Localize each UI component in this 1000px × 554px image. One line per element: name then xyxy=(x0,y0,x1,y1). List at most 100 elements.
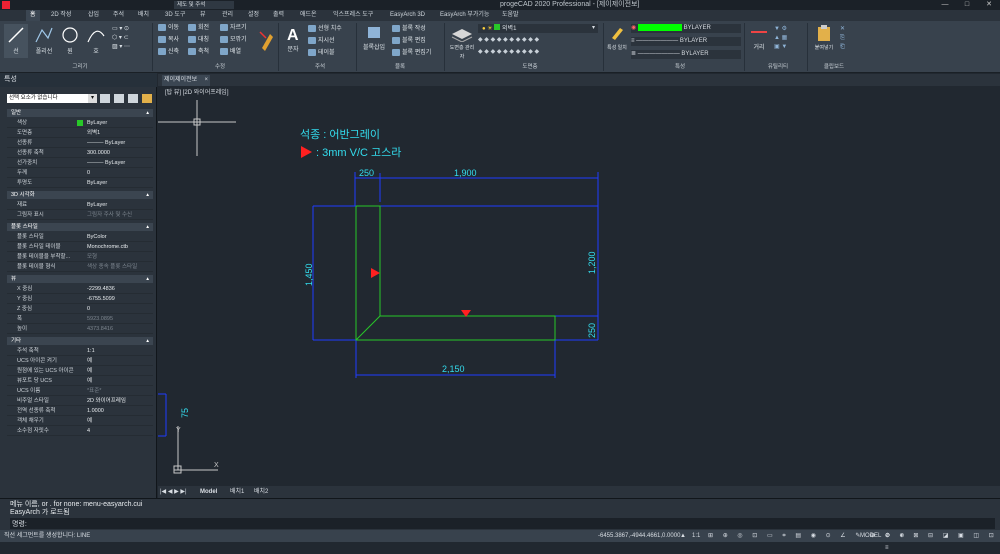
stretch-button[interactable]: 신축 xyxy=(158,48,179,57)
property-value[interactable]: 그림자 주사 및 수신 xyxy=(87,210,151,220)
property-row[interactable]: 플롯 스타일 테이블 Monochrome.ctb xyxy=(7,242,153,252)
close-icon[interactable]: ✕ xyxy=(984,0,994,10)
block-editor-button[interactable]: 블록 편집기 xyxy=(392,49,431,58)
tab-addons[interactable]: 애드온 xyxy=(300,10,317,21)
tab-help[interactable]: 도움말 xyxy=(502,10,519,21)
color-dropdown[interactable]: ◉ BYLAYER xyxy=(631,24,741,33)
layout-tab-2[interactable]: 배치2 xyxy=(254,486,268,498)
property-row[interactable]: 비주얼 스타일 2D 와이어프레임 xyxy=(7,396,153,406)
property-value[interactable]: 1.0000 xyxy=(87,406,151,416)
property-row[interactable]: 뷰포트 당 UCS 예 xyxy=(7,376,153,386)
chevron-down-icon[interactable]: ▾ xyxy=(88,94,97,103)
stone-outline[interactable] xyxy=(355,205,556,341)
insert-block-button[interactable]: 블록삽입 xyxy=(360,24,388,60)
property-value[interactable]: 0 xyxy=(87,168,151,178)
property-row[interactable]: 색상 ByLayer xyxy=(7,118,153,128)
command-input[interactable]: 명령: xyxy=(10,518,995,529)
lineweight-dropdown[interactable]: ≣ ——————— BYLAYER xyxy=(631,50,741,59)
property-row[interactable]: 플롯 테이블 형식 색상 종속 플롯 스타일 xyxy=(7,262,153,272)
tab-manage[interactable]: 관리 xyxy=(222,10,233,21)
property-value[interactable]: 예 xyxy=(87,366,151,376)
minimize-icon[interactable]: — xyxy=(940,0,950,10)
create-block-button[interactable]: 블록 작성 xyxy=(392,25,426,34)
doc-tab-active[interactable]: 제이제이전보 × xyxy=(162,75,210,86)
property-row[interactable]: 플롯 테이블을 부착할... 모형 xyxy=(7,252,153,262)
property-value[interactable]: 모형 xyxy=(87,252,151,262)
property-row[interactable]: 소수점 자릿수 4 xyxy=(7,426,153,436)
status-tool-icons[interactable]: ⚙ ◐ ⊠ ⊟ ◪ ▣ ◫ ⊡ ≡ xyxy=(885,530,1000,554)
tab-view[interactable]: 뷰 xyxy=(200,10,206,21)
tab-home[interactable]: 홈 xyxy=(26,10,40,21)
circle-tool-button[interactable]: 원 xyxy=(58,24,82,58)
scale-button[interactable]: 축척 xyxy=(188,48,209,57)
tab-insert[interactable]: 삽입 xyxy=(88,10,99,21)
property-row[interactable]: 그림자 표시 그림자 주사 및 수신 xyxy=(7,210,153,220)
linetype-dropdown[interactable]: ≡ ——————— BYLAYER xyxy=(631,37,741,46)
property-value[interactable]: 예 xyxy=(87,376,151,386)
array-button[interactable]: 배열 xyxy=(220,48,241,57)
section-header[interactable]: 플롯 스타일 ▴ xyxy=(7,223,153,231)
trim-button[interactable]: 자르기 xyxy=(220,24,247,33)
property-value[interactable]: ByLayer xyxy=(87,200,151,210)
property-row[interactable]: Z 중심 0 xyxy=(7,304,153,314)
property-row[interactable]: 선종류 축척 300.0000 xyxy=(7,148,153,158)
paste-button[interactable]: 붙여넣기 xyxy=(812,24,836,60)
quick-search[interactable]: 제도 및 주석 xyxy=(174,1,234,9)
section-header[interactable]: 일반 ▴ xyxy=(7,109,153,117)
layer-dropdown[interactable]: ● ☀ 외벽1 ▾ xyxy=(478,24,598,33)
property-value[interactable]: ——— ByLayer xyxy=(87,138,151,148)
draw-extra-icons[interactable]: ▭ ▾ ⊙ ⬡ ▾ ⊂ ▨ ▾ ⋯ xyxy=(112,25,152,59)
property-value[interactable]: 5923.0895 xyxy=(87,314,151,324)
line-tool-button[interactable]: 선 xyxy=(4,24,28,58)
layout-tab-1[interactable]: 배치1 xyxy=(230,486,244,498)
property-row[interactable]: 객체 채우기 예 xyxy=(7,416,153,426)
property-value[interactable]: 1:1 xyxy=(87,346,151,356)
annotation-scale[interactable]: 1:1 xyxy=(692,530,700,542)
tab-nav-arrows[interactable]: |◀ ◀ ▶ ▶| xyxy=(160,486,187,498)
property-value[interactable]: -2299.4836 xyxy=(87,284,151,294)
property-value[interactable]: 색상 종속 플롯 스타일 xyxy=(87,262,151,272)
property-row[interactable]: UCS 아이콘 켜기 예 xyxy=(7,356,153,366)
tab-easyarch3d[interactable]: EasyArch 3D xyxy=(390,10,425,21)
leader-button[interactable]: 지시선 xyxy=(308,37,335,46)
property-row[interactable]: 두께 0 xyxy=(7,168,153,178)
property-row[interactable]: UCS 이름 *표준* xyxy=(7,386,153,396)
property-value[interactable]: ByLayer xyxy=(87,118,151,128)
selection-dropdown[interactable]: 선택 요소가 없습니다 xyxy=(7,94,97,103)
tab-express[interactable]: 익스프레스 도구 xyxy=(333,10,373,21)
tab-annotate[interactable]: 주석 xyxy=(113,10,124,21)
table-button[interactable]: 테이블 xyxy=(308,49,335,58)
property-row[interactable]: 재료 ByLayer xyxy=(7,200,153,210)
drawing-canvas[interactable]: [탑 뷰] [2D 와이어프레임] 석종 : 어반그레이 : 3mm V/C 고… xyxy=(158,86,1000,486)
property-value[interactable]: 예 xyxy=(87,356,151,366)
move-button[interactable]: 이동 xyxy=(158,24,179,33)
property-value[interactable]: 4373.8416 xyxy=(87,324,151,334)
property-value[interactable]: ——— ByLayer xyxy=(87,158,151,168)
tab-settings[interactable]: 설정 xyxy=(248,10,259,21)
property-row[interactable]: 도면층 외벽1 xyxy=(7,128,153,138)
section-header[interactable]: 3D 시각화 ▴ xyxy=(7,191,153,199)
maximize-icon[interactable]: □ xyxy=(962,0,972,10)
property-row[interactable]: 선종류 ——— ByLayer xyxy=(7,138,153,148)
property-row[interactable]: 원점에 있는 UCS 아이콘 예 xyxy=(7,366,153,376)
section-header[interactable]: 기타 ▴ xyxy=(7,337,153,345)
property-value[interactable]: 300.0000 xyxy=(87,148,151,158)
property-value[interactable]: 2D 와이어프레임 xyxy=(87,396,151,406)
select-objects-icon[interactable] xyxy=(114,94,124,103)
property-row[interactable]: 폭 5923.0895 xyxy=(7,314,153,324)
property-row[interactable]: X 중심 -2299.4836 xyxy=(7,284,153,294)
tab-easyarch-addon[interactable]: EasyArch 부가기능 xyxy=(440,10,489,21)
property-row[interactable]: 주석 축척 1:1 xyxy=(7,346,153,356)
copy-button[interactable]: 복사 xyxy=(158,36,179,45)
property-value[interactable]: 예 xyxy=(87,416,151,426)
property-value[interactable]: ByLayer xyxy=(87,178,151,188)
mirror-button[interactable]: 대칭 xyxy=(188,36,209,45)
match-properties-button[interactable]: 특성 일치 xyxy=(606,24,628,60)
property-value[interactable]: ByColor xyxy=(87,232,151,242)
property-row[interactable]: 투명도 ByLayer xyxy=(7,178,153,188)
collapse-icon[interactable]: ▴ xyxy=(146,223,149,231)
property-value[interactable]: Monochrome.ctb xyxy=(87,242,151,252)
properties-settings-icon[interactable] xyxy=(142,94,152,103)
layer-manager-button[interactable]: 도면층 관리자 xyxy=(448,24,476,60)
clipboard-icons[interactable]: ✕ ⎘ ⎗ xyxy=(840,25,854,52)
